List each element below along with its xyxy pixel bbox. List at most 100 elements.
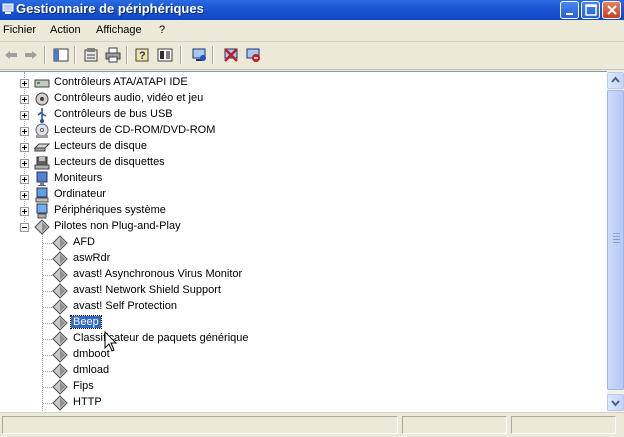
tree-item-driver[interactable]: aswRdr: [0, 251, 600, 267]
tree-connector: [43, 323, 52, 325]
expand-icon[interactable]: [20, 79, 29, 88]
tree-item-driver[interactable]: dmboot: [0, 347, 600, 363]
tree-connector: [43, 291, 52, 293]
tree-connector: [43, 259, 52, 261]
tree-label: dmload: [73, 364, 110, 376]
tree-category-ide[interactable]: Contrôleurs ATA/ATAPI IDE: [0, 75, 600, 91]
tree-label: Contrôleurs ATA/ATAPI IDE: [54, 76, 188, 88]
expand-icon[interactable]: [20, 111, 29, 120]
driver-icon: [52, 267, 68, 283]
tree-item-driver[interactable]: avast! Self Protection: [0, 299, 600, 315]
scroll-down-button[interactable]: [607, 394, 624, 411]
device-manager-icon: [2, 3, 14, 15]
tree-label: Moniteurs: [54, 172, 103, 184]
tree-label: Contrôleurs audio, vidéo et jeu: [54, 92, 204, 104]
disk-drive-icon: [33, 139, 51, 155]
menu-action[interactable]: Action: [50, 24, 81, 36]
tree-item-driver[interactable]: AFD: [0, 235, 600, 251]
tree-category-usb[interactable]: Contrôleurs de bus USB: [0, 107, 600, 123]
menu-bar: Fichier Action Affichage ?: [0, 20, 624, 42]
vertical-scrollbar[interactable]: [607, 71, 624, 412]
monitor-icon: [34, 171, 50, 187]
tree-label: avast! Network Shield Support: [73, 284, 221, 296]
view-icon[interactable]: [156, 46, 174, 64]
maximize-button[interactable]: [581, 1, 600, 19]
expand-icon[interactable]: [20, 127, 29, 136]
tree-category-floppy[interactable]: Lecteurs de disquettes: [0, 155, 600, 171]
tree-label: avast! Self Protection: [73, 300, 177, 312]
disable-device-icon[interactable]: [244, 46, 262, 64]
properties-icon[interactable]: [82, 46, 100, 64]
scan-hardware-icon[interactable]: [190, 46, 208, 64]
driver-icon: [52, 315, 68, 331]
collapse-icon[interactable]: [20, 223, 29, 232]
tree-category-non-pnp[interactable]: Pilotes non Plug-and-Play: [0, 219, 600, 235]
scroll-thumb[interactable]: [607, 90, 624, 390]
tree-category-audio[interactable]: Contrôleurs audio, vidéo et jeu: [0, 91, 600, 107]
tree-label: Périphériques système: [54, 204, 166, 216]
tree-item-driver[interactable]: dmload: [0, 363, 600, 379]
tree-item-driver[interactable]: Fips: [0, 379, 600, 395]
window-title: Gestionnaire de périphériques: [16, 1, 204, 16]
tree-connector: [43, 339, 52, 341]
driver-icon: [52, 299, 68, 315]
tree-label: AFD: [73, 236, 95, 248]
tree-category-cdrom[interactable]: Lecteurs de CD-ROM/DVD-ROM: [0, 123, 600, 139]
close-button[interactable]: [602, 1, 621, 19]
status-pane: [2, 416, 398, 434]
cdrom-icon: [34, 123, 50, 139]
print-icon[interactable]: [104, 46, 122, 64]
driver-icon: [52, 251, 68, 267]
tree-connector: [43, 371, 52, 373]
forward-arrow-icon[interactable]: [22, 46, 40, 64]
tree-label: Contrôleurs de bus USB: [54, 108, 173, 120]
computer-icon: [34, 187, 50, 203]
tree-item-driver[interactable]: Classificateur de paquets générique: [0, 331, 600, 347]
expand-icon[interactable]: [20, 143, 29, 152]
minimize-button[interactable]: [560, 1, 579, 19]
tree-item-driver-selected[interactable]: Beep: [0, 315, 600, 331]
system-device-icon: [34, 203, 50, 219]
expand-icon[interactable]: [20, 175, 29, 184]
menu-help[interactable]: ?: [159, 24, 165, 36]
toolbar-separator: [126, 46, 128, 64]
tree-category-monitors[interactable]: Moniteurs: [0, 171, 600, 187]
menu-fichier[interactable]: Fichier: [3, 24, 36, 36]
menu-affichage[interactable]: Affichage: [96, 24, 142, 36]
tree-connector: [43, 243, 52, 245]
title-bar[interactable]: Gestionnaire de périphériques: [0, 0, 624, 20]
expand-icon[interactable]: [20, 159, 29, 168]
driver-icon: [52, 235, 68, 251]
toolbar-separator: [180, 46, 182, 64]
ide-controller-icon: [34, 75, 50, 91]
tree-label: Beep: [70, 315, 102, 329]
tree-connector: [43, 387, 52, 389]
expand-icon[interactable]: [20, 191, 29, 200]
tree-label: Lecteurs de disquettes: [54, 156, 165, 168]
tree-label: avast! Asynchronous Virus Monitor: [73, 268, 243, 280]
tree-category-computer[interactable]: Ordinateur: [0, 187, 600, 203]
toolbar-separator: [212, 46, 214, 64]
help-icon[interactable]: ?: [134, 46, 152, 64]
tree-item-driver[interactable]: avast! Asynchronous Virus Monitor: [0, 267, 600, 283]
tree-item-driver[interactable]: avast! Network Shield Support: [0, 283, 600, 299]
tree-item-driver[interactable]: HTTP: [0, 395, 600, 411]
tree-connector: [43, 355, 52, 357]
tree-category-system[interactable]: Périphériques système: [0, 203, 600, 219]
tree-label: Pilotes non Plug-and-Play: [54, 220, 181, 232]
driver-icon: [34, 219, 50, 235]
status-bar: [0, 412, 624, 437]
driver-icon: [52, 283, 68, 299]
tree-category-disk[interactable]: Lecteurs de disque: [0, 139, 600, 155]
console-tree-icon[interactable]: [52, 46, 70, 64]
expand-icon[interactable]: [20, 95, 29, 104]
scroll-up-button[interactable]: [607, 72, 624, 89]
device-tree[interactable]: Contrôleurs ATA/ATAPI IDE Contrôleurs au…: [0, 71, 607, 413]
expand-icon[interactable]: [20, 207, 29, 216]
driver-icon: [52, 363, 68, 379]
status-pane: [511, 416, 616, 434]
uninstall-device-icon[interactable]: [222, 46, 240, 64]
svg-text:?: ?: [139, 50, 146, 62]
back-arrow-icon[interactable]: [2, 46, 20, 64]
usb-icon: [34, 107, 50, 123]
